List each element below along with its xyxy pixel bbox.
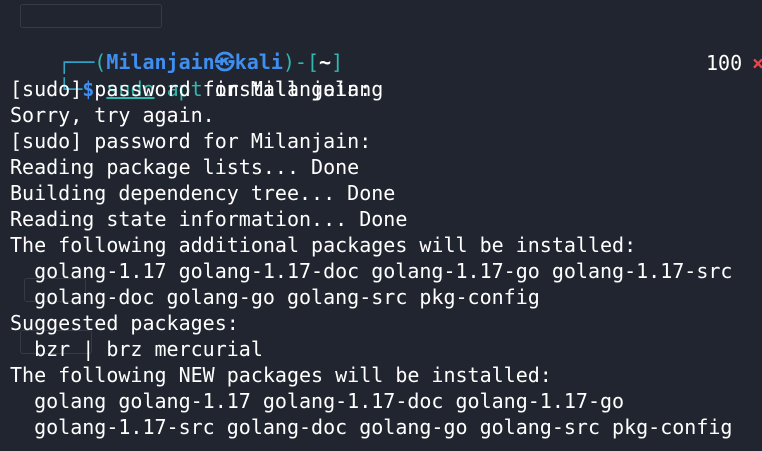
output-line: golang golang-1.17 golang-1.17-doc golan…: [10, 389, 625, 413]
prompt-line-command: └─$ sudo apt install golang: [10, 50, 383, 101]
output-line: Reading package lists... Done: [10, 155, 360, 179]
output-line: golang-1.17 golang-1.17-doc golang-1.17-…: [10, 259, 733, 283]
output-line: Suggested packages:: [10, 311, 239, 335]
output-line: Reading state information... Done: [10, 207, 408, 231]
output-line: The following NEW packages will be insta…: [10, 363, 552, 387]
prompt-line-top: ┌──(Milanjain㉿kali)-[~]: [10, 23, 343, 74]
output-line: golang-doc golang-go golang-src pkg-conf…: [10, 285, 540, 309]
output-line: [sudo] password for Milanjain:: [10, 129, 372, 153]
error-x-icon: ×: [752, 51, 762, 75]
output-line: The following additional packages will b…: [10, 233, 637, 257]
output-line: [sudo] password for Milanjain:: [10, 77, 372, 101]
output-line: bzr | brz mercurial: [10, 337, 263, 361]
output-line: Building dependency tree... Done: [10, 181, 396, 205]
exit-status-code: 100: [706, 51, 743, 75]
output-line: golang-1.17-src golang-doc golang-go gol…: [10, 415, 733, 439]
terminal-window[interactable]: ┌──(Milanjain㉿kali)-[~] └─$ sudo apt ins…: [0, 0, 762, 451]
output-line: Sorry, try again.: [10, 103, 215, 127]
